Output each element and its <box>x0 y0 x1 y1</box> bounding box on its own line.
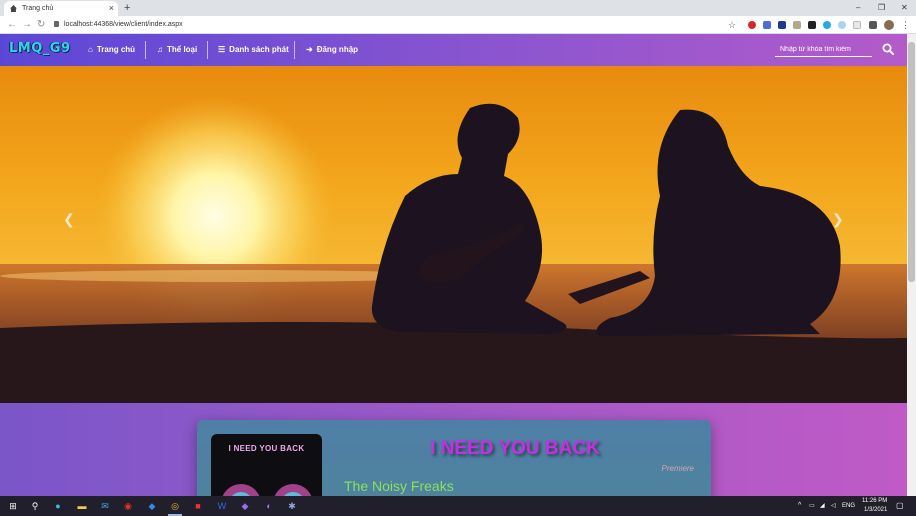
extension-icon[interactable] <box>808 21 816 29</box>
chevron-right-icon[interactable]: ❯ <box>832 211 844 228</box>
clock-time[interactable]: 11:26 PM <box>862 498 887 504</box>
nav-genres[interactable]: ♫ Thể loại <box>157 44 197 56</box>
sign-in-icon: ➜ <box>306 45 313 54</box>
extension-translate-icon[interactable] <box>763 21 771 29</box>
home-icon <box>10 5 17 12</box>
reload-icon[interactable]: ↻ <box>37 18 45 32</box>
wifi-icon[interactable]: ◢ <box>820 502 825 509</box>
nav-login[interactable]: ➜ Đăng nhập <box>306 44 358 56</box>
song-cover-art[interactable]: I NEED YOU BACK <box>211 434 322 496</box>
browser-tabstrip: Trang chủ × + – ❐ ✕ <box>0 0 916 16</box>
vscode-icon[interactable]: ◆ <box>145 499 159 513</box>
app-icon[interactable]: ✱ <box>285 499 299 513</box>
nav-label: Danh sách phát <box>229 45 289 54</box>
hero-carousel: ❮ ❯ <box>0 66 907 403</box>
show-hidden-icons-icon[interactable]: ^ <box>798 502 801 509</box>
profile-avatar[interactable] <box>884 20 894 30</box>
edge-icon[interactable]: ● <box>51 499 65 513</box>
opera-icon[interactable]: ◉ <box>121 499 135 513</box>
search-icon[interactable] <box>882 43 894 55</box>
volume-icon[interactable]: ◁ <box>831 502 836 509</box>
extension-icon[interactable] <box>793 21 801 29</box>
messenger-icon[interactable]: ◐ <box>262 499 276 513</box>
mail-icon[interactable]: ✉ <box>98 499 112 513</box>
windows-start-icon[interactable]: ⊞ <box>6 499 20 513</box>
visual-studio-icon[interactable]: ◆ <box>238 499 252 513</box>
page-scrollbar[interactable] <box>907 34 916 496</box>
browser-tab[interactable]: Trang chủ × <box>4 1 118 16</box>
hero-image <box>0 66 907 403</box>
notifications-icon[interactable]: ▢ <box>896 501 904 510</box>
site-navbar: LMQ_G9 ⌂ Trang chủ ♫ Thể loại ☰ Danh sách p… <box>0 34 907 66</box>
music-note-icon: ♫ <box>157 45 163 54</box>
nav-label: Trang chủ <box>96 45 136 54</box>
nav-divider <box>145 41 146 59</box>
extensions-puzzle-icon[interactable] <box>869 21 877 29</box>
browser-toolbar: ← → ↻ localhost:44368/view/client/index.… <box>0 16 916 34</box>
web-page: LMQ_G9 ⌂ Trang chủ ♫ Thể loại ☰ Danh sách p… <box>0 34 907 496</box>
lock-icon <box>54 21 59 27</box>
home-icon: ⌂ <box>88 45 93 54</box>
word-icon[interactable]: W <box>215 499 229 513</box>
extension-icon[interactable] <box>778 21 786 29</box>
app-icon[interactable]: ■ <box>191 499 205 513</box>
extension-icon[interactable] <box>838 21 846 29</box>
list-icon: ☰ <box>218 45 226 54</box>
extension-icon[interactable] <box>853 21 861 29</box>
close-tab-icon[interactable]: × <box>109 1 114 16</box>
nav-divider <box>294 41 295 59</box>
chevron-left-icon[interactable]: ❮ <box>63 211 75 228</box>
nav-playlists[interactable]: ☰ Danh sách phát <box>218 44 289 56</box>
bookmark-star-icon[interactable]: ☆ <box>728 18 736 32</box>
song-title: I NEED YOU BACK <box>430 438 600 459</box>
nav-home[interactable]: ⌂ Trang chủ <box>88 44 135 56</box>
extension-opera-icon[interactable] <box>748 21 756 29</box>
forward-icon[interactable]: → <box>22 18 32 32</box>
chrome-icon[interactable]: ◎ <box>168 499 182 513</box>
minimize-button[interactable]: – <box>856 1 860 15</box>
featured-song-card[interactable]: I NEED YOU BACK I NEED YOU BACK Premiere… <box>197 420 711 496</box>
taskbar: ⊞ ⚲ ● ▬ ✉ ◉ ◆ ◎ ■ W ◆ ◐ ✱ ^ ▭ ◢ ◁ ENG 11… <box>0 496 916 516</box>
nav-label: Đăng nhập <box>316 45 359 54</box>
close-window-button[interactable]: ✕ <box>901 1 908 15</box>
clock-date[interactable]: 1/3/2021 <box>864 507 887 513</box>
extension-icon[interactable] <box>823 21 831 29</box>
url-text: localhost:44368/view/client/index.aspx <box>64 21 183 28</box>
scrollbar-thumb[interactable] <box>908 42 915 282</box>
back-icon[interactable]: ← <box>7 18 17 32</box>
system-tray: ^ ▭ ◢ ◁ ENG 11:26 PM 1/3/2021 ▢ <box>796 496 916 516</box>
song-artist[interactable]: The Noisy Freaks <box>344 478 454 494</box>
new-tab-button[interactable]: + <box>124 1 130 15</box>
nav-label: Thể loại <box>167 45 198 54</box>
cover-title: I NEED YOU BACK <box>228 444 305 453</box>
file-explorer-icon[interactable]: ▬ <box>75 499 89 513</box>
search-icon[interactable]: ⚲ <box>28 499 42 513</box>
nav-divider <box>207 41 208 59</box>
premiere-tag: Premiere <box>661 464 694 473</box>
language-indicator[interactable]: ENG <box>842 503 855 509</box>
restore-button[interactable]: ❐ <box>878 1 885 15</box>
address-bar[interactable]: localhost:44368/view/client/index.aspx <box>54 19 183 31</box>
tab-title: Trang chủ <box>22 5 54 12</box>
search-input[interactable] <box>775 42 872 57</box>
menu-kebab-icon[interactable]: ⋮ <box>901 18 910 32</box>
network-icon[interactable]: ▭ <box>809 502 815 509</box>
site-logo[interactable]: LMQ_G9 <box>9 41 71 56</box>
